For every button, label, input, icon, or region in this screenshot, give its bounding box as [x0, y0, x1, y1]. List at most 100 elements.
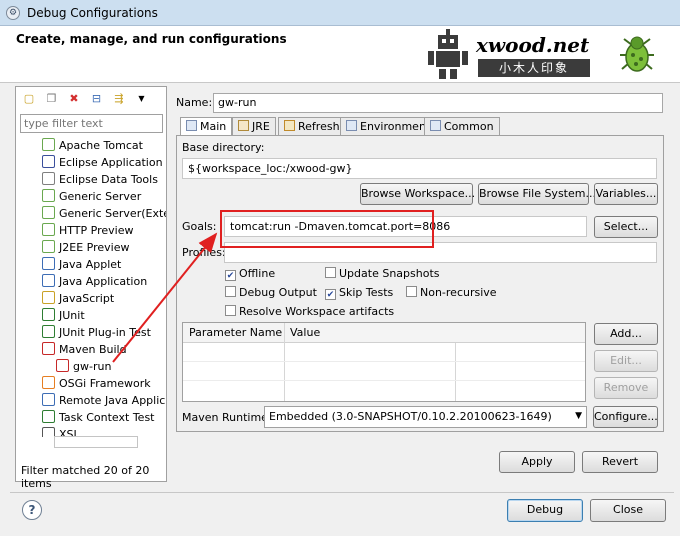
tab-label: Environment: [360, 120, 431, 133]
robot-logo-icon: [428, 29, 468, 79]
config-tree[interactable]: Apache Tomcat Eclipse Application Eclipse …: [16, 137, 166, 437]
tree-item[interactable]: Java Applet: [42, 256, 121, 273]
tab-jre[interactable]: JRE: [232, 117, 276, 136]
delete-config-icon[interactable]: ✖: [65, 90, 83, 108]
checkbox-unchecked-icon: [225, 305, 236, 316]
add-parameter-button[interactable]: Add...: [594, 323, 658, 345]
parameter-value-header: Value: [290, 326, 321, 339]
row-divider: [183, 380, 585, 381]
tree-item-label: Generic Server(Extern: [59, 207, 166, 220]
eclipse-icon: [42, 155, 55, 168]
tree-item-label: Remote Java Applicat: [59, 394, 166, 407]
offline-checkbox[interactable]: ✔ Offline: [225, 267, 275, 281]
tree-item-label: OSGi Framework: [59, 377, 151, 390]
window-title: Debug Configurations: [27, 6, 158, 20]
filter-input[interactable]: [20, 114, 163, 133]
resolve-workspace-checkbox[interactable]: Resolve Workspace artifacts: [225, 305, 394, 318]
refresh-icon: [284, 120, 295, 131]
collapse-all-icon[interactable]: ⊟: [88, 90, 106, 108]
task-icon: [42, 410, 55, 423]
non-recursive-checkbox[interactable]: Non-recursive: [406, 286, 497, 299]
name-label: Name:: [176, 96, 213, 109]
update-snapshots-checkbox[interactable]: Update Snapshots: [325, 267, 440, 280]
tree-item[interactable]: Java Application: [42, 273, 147, 290]
parameter-name-header: Parameter Name: [189, 326, 283, 339]
tab-refresh[interactable]: Refresh: [278, 117, 346, 136]
apply-button[interactable]: Apply: [499, 451, 575, 473]
tree-item-label: JUnit: [59, 309, 85, 322]
maven-icon: [56, 359, 69, 372]
checkbox-label: Skip Tests: [339, 286, 394, 299]
junit-icon: [42, 308, 55, 321]
tree-item-label: Java Applet: [59, 258, 122, 271]
maven-runtime-select[interactable]: Embedded (3.0-SNAPSHOT/0.10.2.20100623-1…: [264, 406, 587, 428]
tree-item-label: Maven Build: [59, 343, 127, 356]
debug-button[interactable]: Debug: [507, 499, 583, 522]
duplicate-config-icon[interactable]: ❐: [43, 90, 61, 108]
debug-output-checkbox[interactable]: Debug Output: [225, 286, 317, 299]
osgi-icon: [42, 376, 55, 389]
tree-item-label: HTTP Preview: [59, 224, 134, 237]
browse-file-system-button[interactable]: Browse File System...: [478, 183, 596, 205]
tree-item-label: JUnit Plug-in Test: [59, 326, 151, 339]
base-directory-input[interactable]: ${workspace_loc:/xwood-gw}: [182, 158, 657, 179]
chevron-down-icon: ▼: [575, 411, 582, 421]
tree-item[interactable]: Task Context Test: [42, 409, 155, 426]
help-icon[interactable]: ?: [22, 500, 42, 520]
revert-button[interactable]: Revert: [582, 451, 658, 473]
configure-runtime-button[interactable]: Configure...: [593, 406, 658, 428]
tree-item[interactable]: Maven Build: [42, 341, 127, 358]
server-icon: [42, 206, 55, 219]
row-divider: [183, 361, 585, 362]
tree-item-label: Java Application: [59, 275, 148, 288]
checkbox-label: Update Snapshots: [339, 267, 440, 280]
close-button[interactable]: Close: [590, 499, 666, 522]
skip-tests-checkbox[interactable]: ✔ Skip Tests: [325, 286, 393, 300]
main-tab-icon: [186, 120, 197, 131]
edit-parameter-button[interactable]: Edit...: [594, 350, 658, 372]
remove-parameter-button[interactable]: Remove: [594, 377, 658, 399]
tree-item[interactable]: JavaScript: [42, 290, 114, 307]
server-icon: [42, 240, 55, 253]
tree-item[interactable]: J2EE Preview: [42, 239, 129, 256]
name-input[interactable]: gw-run: [213, 93, 663, 113]
debug-icon: ⚙: [6, 6, 20, 20]
goals-annotation-box: [220, 210, 434, 248]
tree-item[interactable]: Remote Java Applicat: [42, 392, 166, 409]
tab-common[interactable]: Common: [424, 117, 500, 136]
tree-item[interactable]: Eclipse Data Tools: [42, 171, 158, 188]
tree-item-label: Eclipse Data Tools: [59, 173, 158, 186]
chevron-down-icon[interactable]: ▼: [133, 90, 151, 108]
footer-divider: [10, 492, 674, 493]
tree-item[interactable]: JUnit Plug-in Test: [42, 324, 151, 341]
tree-item[interactable]: Eclipse Application: [42, 154, 163, 171]
server-icon: [42, 189, 55, 202]
tree-item[interactable]: Generic Server: [42, 188, 141, 205]
site-logo: xwood.net 小木人印象: [424, 29, 600, 79]
parameter-table[interactable]: Parameter Name Value: [182, 322, 586, 402]
tree-item[interactable]: HTTP Preview: [42, 222, 133, 239]
tab-environment[interactable]: Environment: [340, 117, 437, 136]
checkbox-checked-icon: ✔: [225, 270, 236, 281]
checkbox-unchecked-icon: [406, 286, 417, 297]
selected-item-highlight: [54, 436, 138, 448]
filter-icon[interactable]: ⇶: [110, 90, 128, 108]
checkbox-label: Offline: [239, 267, 276, 280]
tree-item[interactable]: Generic Server(Extern: [42, 205, 166, 222]
select-goals-button[interactable]: Select...: [594, 216, 658, 238]
tree-item-label: gw-run: [73, 360, 112, 373]
tree-item[interactable]: gw-run: [56, 358, 111, 375]
browse-workspace-button[interactable]: Browse Workspace...: [360, 183, 475, 205]
tree-item[interactable]: Apache Tomcat: [42, 137, 143, 154]
new-config-icon[interactable]: ▢: [20, 90, 38, 108]
tree-item[interactable]: OSGi Framework: [42, 375, 151, 392]
tree-item-label: J2EE Preview: [59, 241, 130, 254]
tree-item[interactable]: JUnit: [42, 307, 85, 324]
tab-main[interactable]: Main: [180, 117, 233, 136]
jre-icon: [238, 120, 249, 131]
server-icon: [42, 223, 55, 236]
column-divider: [284, 323, 285, 401]
tab-label: Main: [200, 120, 227, 133]
parameter-table-header: Parameter Name Value: [183, 323, 585, 343]
variables-button[interactable]: Variables...: [594, 183, 658, 205]
